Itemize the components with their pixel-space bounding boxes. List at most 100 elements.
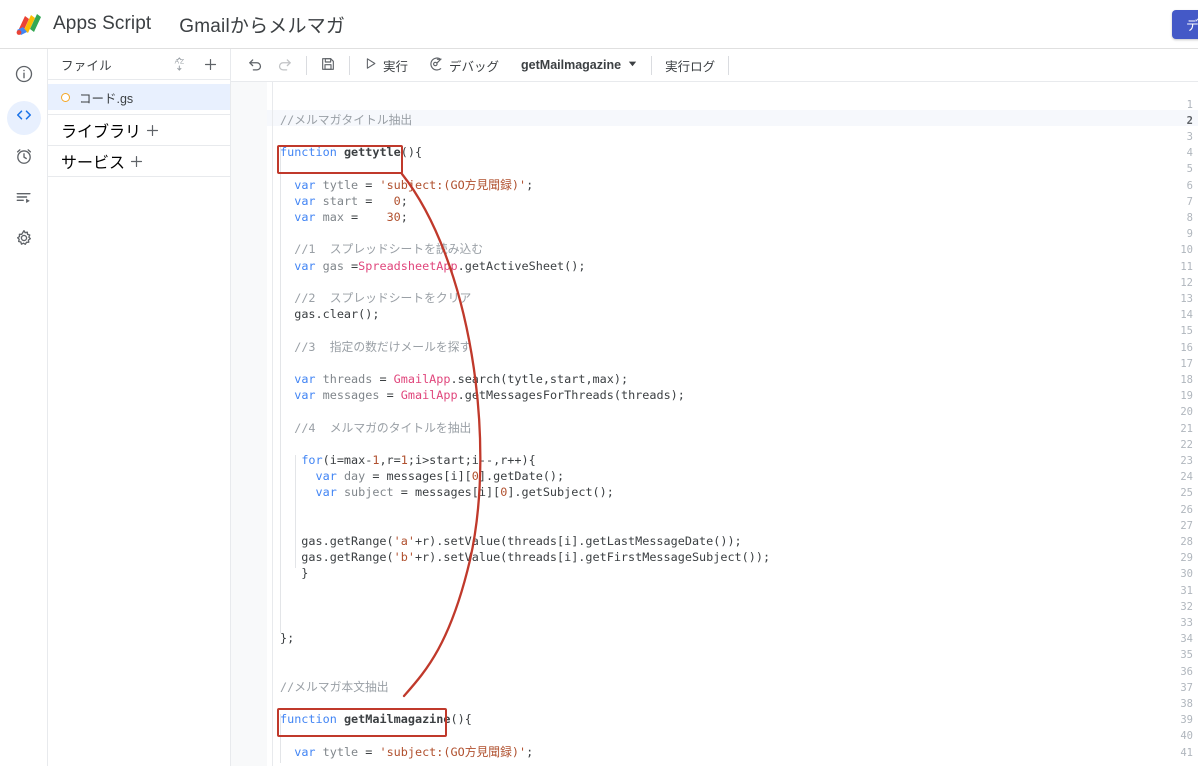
rail-item-editor[interactable]: [0, 100, 48, 135]
code-token: gas.clear();: [294, 307, 380, 322]
code-token: function: [280, 712, 337, 727]
code-token: var: [294, 193, 316, 208]
sort-az-icon[interactable]: A Z: [171, 53, 193, 75]
services-section-header[interactable]: サービス: [48, 145, 230, 176]
code-token: //メルマガ本文抽出: [280, 679, 389, 694]
code-token: 'b': [393, 550, 415, 565]
execution-log-button[interactable]: 実行ログ: [659, 52, 721, 78]
add-library-button[interactable]: [141, 119, 163, 141]
function-select[interactable]: getMailmagazine: [515, 52, 644, 78]
code-line: //メルマガ本文抽出: [280, 679, 389, 695]
toolbar-divider-4: [728, 55, 730, 75]
code-line: //4 メルマガのタイトルを抽出: [280, 420, 471, 436]
rail-item-project-settings[interactable]: [0, 224, 48, 257]
rail-item-executions[interactable]: [0, 183, 48, 216]
code-token: = messages[i][: [393, 485, 501, 500]
brand-name: Apps Script: [53, 13, 152, 34]
code-token: start: [322, 193, 359, 208]
file-row-code-gs[interactable]: コード.gs: [48, 84, 230, 110]
code-token: var: [294, 258, 316, 273]
libraries-section-header[interactable]: ライブラリ: [48, 114, 230, 145]
code-token: gas: [322, 258, 344, 273]
debug-label: デバッグ: [449, 59, 500, 74]
add-file-button[interactable]: [199, 53, 221, 75]
brand[interactable]: Apps Script: [14, 10, 151, 38]
code-token: gas.getRange(: [280, 550, 394, 565]
code-token: =: [379, 388, 401, 403]
code-token: +r).setValue(threads[i].getLastMessageDa…: [414, 533, 742, 548]
apps-script-logo-icon: [14, 10, 44, 38]
code-token: = messages[i][: [365, 469, 472, 484]
code-line: gas.getRange('a'+r).setValue(threads[i].…: [280, 533, 742, 549]
code-token: (i=max-: [322, 452, 373, 467]
code-token: 'a': [393, 533, 415, 548]
run-button[interactable]: 実行: [357, 52, 414, 78]
code-token: function: [280, 145, 337, 160]
code-token: 0: [393, 193, 401, 208]
code-token: tytle: [322, 177, 359, 192]
code-editor[interactable]: 1 2 3 4 5 6 7 8 9 10 11 12 13 14 15 16 17 18 19 20 21 22 23 24 2…: [231, 82, 1198, 766]
code-token: subject: [343, 485, 394, 500]
code-token: day: [343, 469, 366, 484]
code-token: ;i>start;i--,r++){: [407, 452, 536, 467]
code-token: =: [343, 258, 359, 273]
code-token: var: [315, 485, 337, 500]
code-token: +r).setValue(threads[i].getFirstMessageS…: [414, 550, 771, 565]
code-token: var: [294, 177, 316, 192]
code-token: 'subject:(GO方見聞録)': [379, 744, 527, 759]
code-line: //1 スプレッドシートを読み込む: [280, 241, 483, 257]
code-token: var: [294, 744, 316, 759]
rail-item-triggers[interactable]: [0, 142, 48, 175]
code-line: gas.getRange('b'+r).setValue(threads[i].…: [280, 549, 770, 565]
code-token: .getActiveSheet();: [457, 258, 586, 273]
code-token: ;: [526, 177, 534, 192]
code-line: var gas =SpreadsheetApp.getActiveSheet()…: [280, 258, 585, 274]
play-icon: [363, 56, 378, 74]
chevron-down-icon: [627, 58, 638, 72]
code-line: var messages = GmailApp.getMessagesForTh…: [280, 387, 685, 403]
add-service-button[interactable]: [125, 150, 147, 172]
code-line: //2 スプレッドシートをクリア: [280, 290, 471, 306]
code-token: //メルマガタイトル抽出: [280, 112, 413, 127]
code-token: SpreadsheetApp: [358, 258, 458, 273]
code-token: var: [315, 469, 337, 484]
code-line: };: [280, 630, 294, 646]
redo-button[interactable]: [270, 52, 299, 78]
gutter-border: [272, 82, 273, 766]
app-header: Apps Script Gmailからメルマガ デプロイ: [0, 0, 1198, 49]
save-button[interactable]: [314, 52, 342, 78]
code-line: function getMailmagazine(){: [280, 711, 472, 727]
code-token: ;: [400, 193, 408, 208]
code-token: //4 メルマガのタイトルを抽出: [294, 420, 472, 435]
code-token: max: [322, 209, 344, 224]
rail-item-project-overview[interactable]: [0, 60, 48, 93]
code-token: ].getSubject();: [507, 485, 614, 500]
undo-button[interactable]: [241, 52, 270, 78]
file-list: コード.gs: [48, 80, 230, 110]
editor-toolbar: 実行 デバッグ getMailmagazine 実行ログ: [231, 49, 1198, 82]
code-token: (){: [400, 145, 423, 160]
project-title[interactable]: Gmailからメルマガ: [179, 11, 345, 38]
code-token: =: [358, 193, 394, 208]
debug-button[interactable]: デバッグ: [422, 52, 505, 78]
indent-guide: [280, 147, 281, 634]
services-title: サービス: [61, 155, 126, 172]
svg-text:A: A: [175, 58, 180, 65]
code-content[interactable]: //メルマガタイトル抽出 function gettytle(){ var tyt…: [280, 82, 1198, 766]
code-token: 'subject:(GO方見聞録)': [379, 177, 527, 192]
toolbar-divider-1: [306, 55, 307, 75]
files-section-header: ファイル A Z: [48, 49, 230, 80]
toolbar-divider-2: [349, 55, 350, 75]
deploy-button[interactable]: デプロイ: [1171, 9, 1198, 39]
